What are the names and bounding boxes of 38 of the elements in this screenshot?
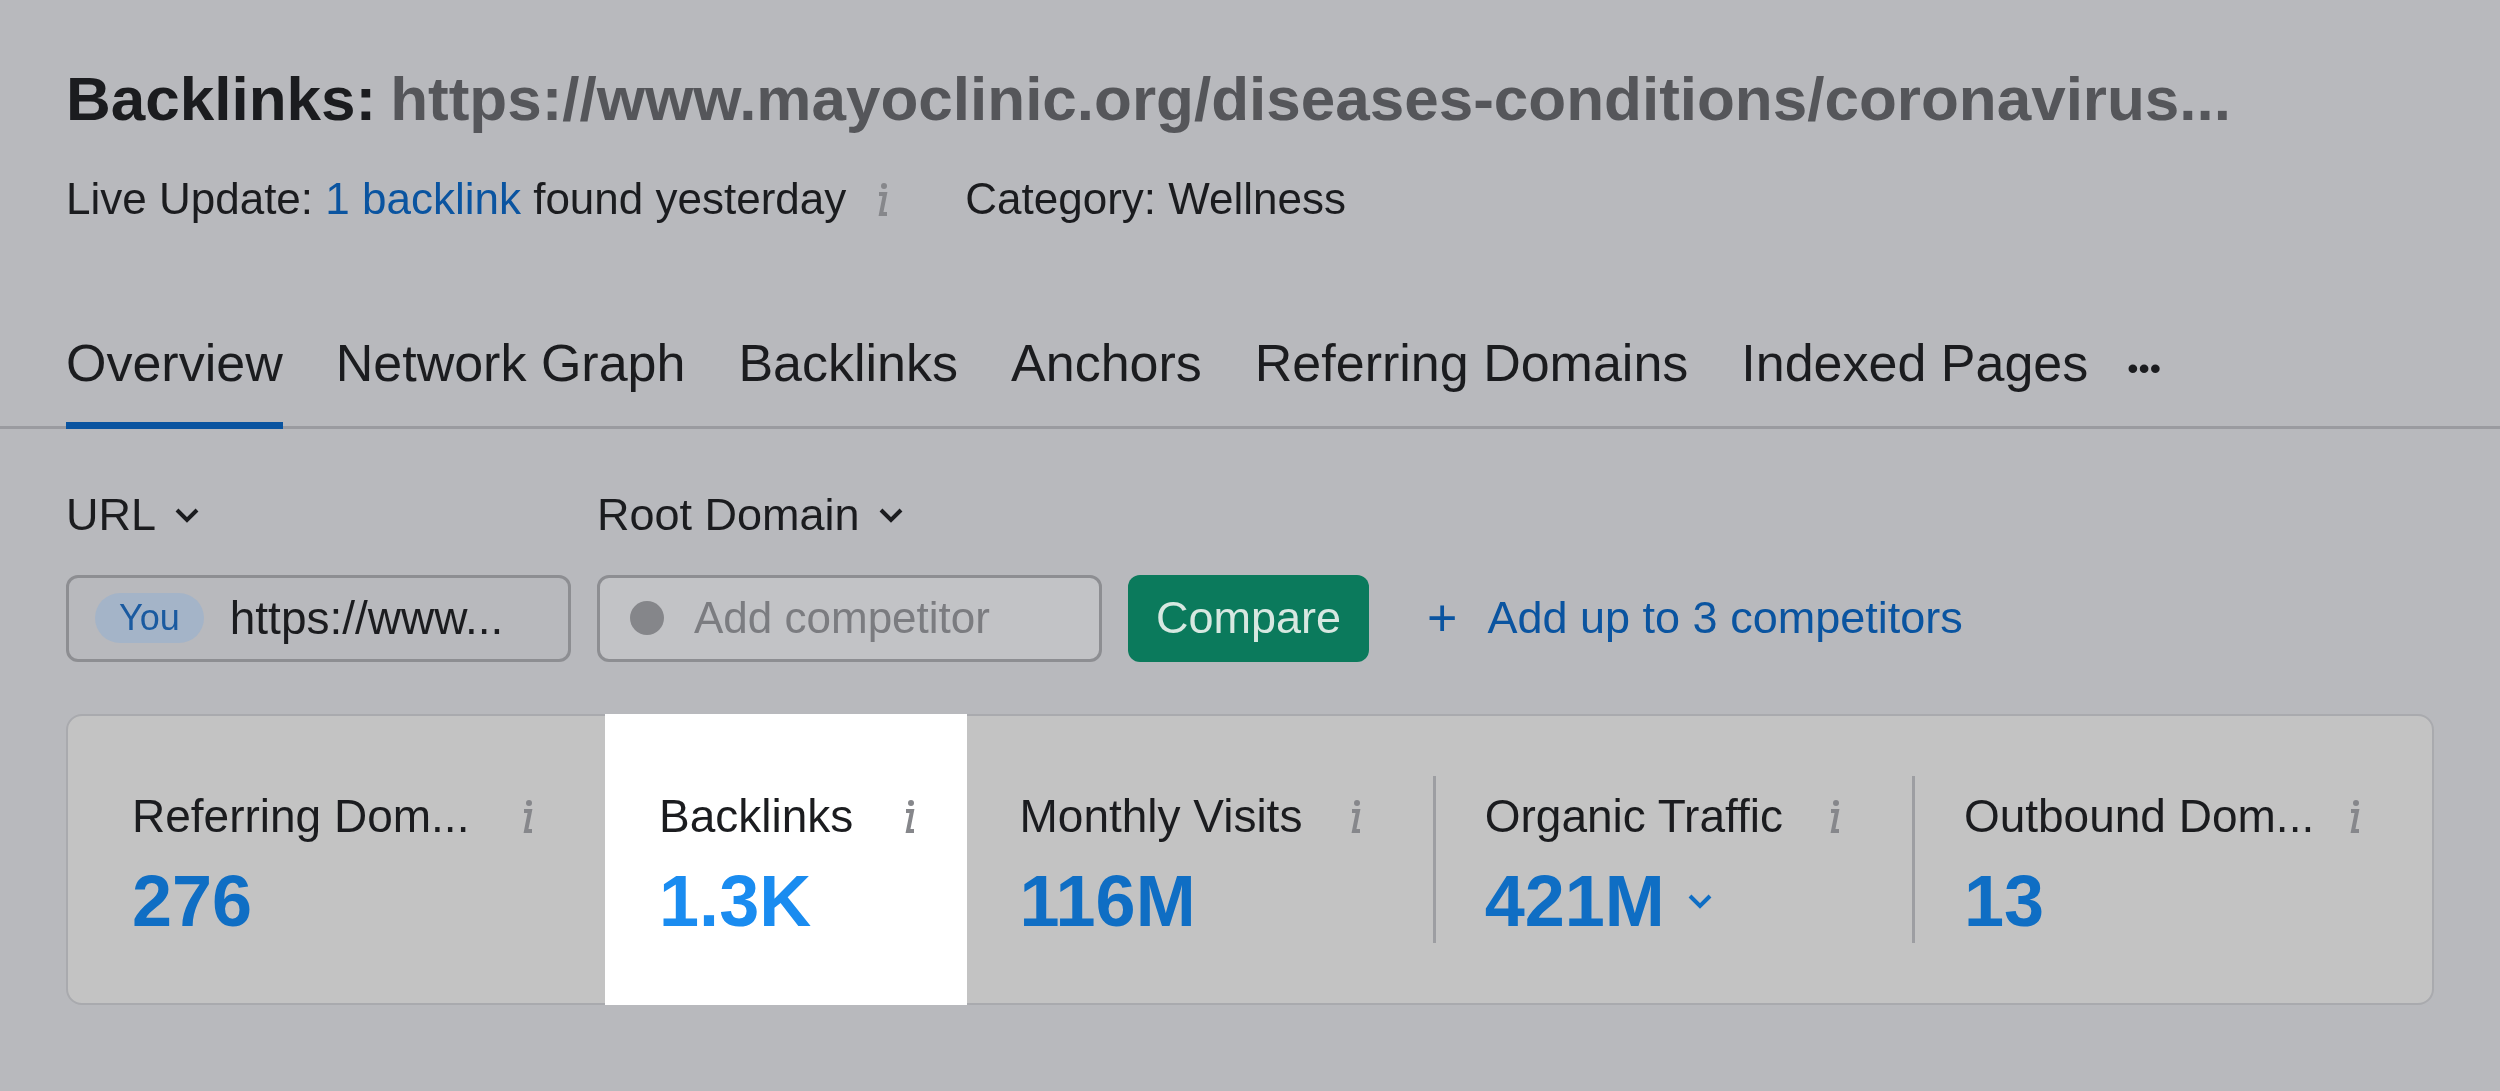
metric-label: Outbound Dom... <box>1963 788 2315 844</box>
metric-label: Referring Dom... <box>132 788 470 844</box>
metric-label: Backlinks <box>659 788 854 844</box>
tab[interactable]: Backlinks <box>738 324 959 429</box>
metric-label: Monthly Visits <box>1019 788 1303 844</box>
metric-card[interactable]: Organic Traffic 421M <box>1432 715 1912 1003</box>
tab[interactable]: Overview <box>66 324 283 429</box>
metric-value: 1.3K <box>659 864 812 937</box>
competitor-type-dropdown[interactable]: Root Domain <box>597 481 904 549</box>
tab[interactable]: Indexed Pages <box>1741 324 2089 429</box>
metric-label: Organic Traffic <box>1484 788 1783 844</box>
tab[interactable]: Network Graph <box>335 324 686 429</box>
target-type-dropdown[interactable]: URL <box>66 481 201 549</box>
tab[interactable]: Anchors <box>1011 324 1202 429</box>
tab[interactable]: Referring Domains <box>1254 324 1689 429</box>
metric-card[interactable]: Outbound Dom... 13 <box>1911 715 2432 1003</box>
chevron-down-icon <box>174 506 201 523</box>
metric-value: 421M <box>1484 864 1665 937</box>
target-url-field[interactable]: You https://www... <box>66 574 571 662</box>
target-url-text: https://www... <box>229 590 504 646</box>
metric-value: 116M <box>1019 864 1196 937</box>
page-title: Backlinks: <box>66 68 377 130</box>
category-text: Category: Wellness <box>965 173 1346 225</box>
chevron-down-icon[interactable] <box>1686 892 1713 909</box>
more-tabs-button[interactable]: ••• <box>2127 344 2161 426</box>
backlink-link[interactable]: 1 backlink <box>325 174 521 223</box>
selected-metric-card[interactable]: Backlinks 1.3K <box>605 713 968 1005</box>
competitor-input[interactable]: Add competitor <box>694 585 1074 651</box>
metric-value: 13 <box>1963 864 2044 937</box>
metric-value: 276 <box>132 864 253 937</box>
add-competitors-link[interactable]: + Add up to 3 competitors <box>1427 579 1963 657</box>
live-update-text: Live Update: 1 backlink found yesterday <box>66 173 847 225</box>
competitor-field[interactable]: Add competitor <box>597 574 1102 662</box>
compare-button[interactable]: Compare <box>1128 574 1370 662</box>
metric-card[interactable]: Monthly Visits 116M <box>967 715 1433 1003</box>
you-badge: You <box>95 593 204 643</box>
metric-card[interactable]: Referring Dom... 276 <box>68 715 606 1003</box>
chevron-down-icon <box>877 506 904 523</box>
